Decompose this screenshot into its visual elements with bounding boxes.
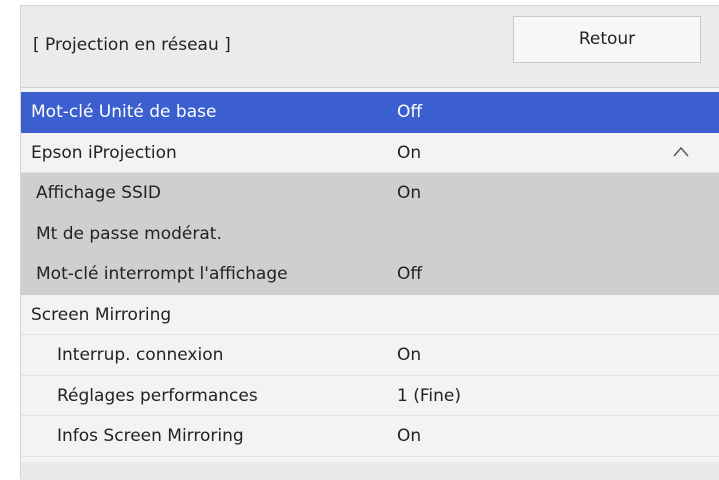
settings-list: Mot-clé Unité de base Off Epson iProject… (21, 92, 719, 457)
menu-item-label: Mot-clé interrompt l'affichage (36, 264, 288, 284)
menu-item-affichage-ssid[interactable]: Affichage SSID On (21, 173, 719, 214)
menu-item-label: Mt de passe modérat. (36, 223, 222, 244)
menu-item-screen-mirroring[interactable]: Screen Mirroring (21, 294, 719, 335)
menu-item-reglages-performances[interactable]: Réglages performances 1 (Fine) (21, 375, 719, 416)
menu-item-label: Mot-clé Unité de base (31, 102, 217, 122)
menu-item-label: Infos Screen Mirroring (57, 426, 244, 446)
menu-header: [ Projection en réseau ] Retour (21, 6, 719, 88)
chevron-up-icon[interactable] (673, 144, 689, 160)
menu-item-mot-cle-interrompt-affichage[interactable]: Mot-clé interrompt l'affichage Off (21, 254, 719, 295)
back-button[interactable]: Retour (513, 16, 701, 63)
menu-item-label: Réglages performances (57, 385, 258, 406)
menu-item-mot-cle-unite-de-base[interactable]: Mot-clé Unité de base Off (21, 92, 719, 133)
menu-item-value: On (397, 183, 422, 203)
menu-item-value: On (397, 345, 422, 365)
menu-item-mt-de-passe-moderat[interactable]: Mt de passe modérat. (21, 213, 719, 254)
menu-item-infos-screen-mirroring[interactable]: Infos Screen Mirroring On (21, 416, 719, 457)
menu-item-label: Screen Mirroring (31, 304, 172, 325)
menu-item-label: Interrup. connexion (57, 345, 224, 365)
menu-item-value: On (397, 426, 422, 446)
menu-item-epson-iprojection[interactable]: Epson iProjection On (21, 132, 719, 173)
footer-strip (21, 462, 719, 480)
menu-item-interrup-connexion[interactable]: Interrup. connexion On (21, 335, 719, 376)
menu-item-value: Off (397, 102, 423, 122)
menu-item-label: Epson iProjection (31, 142, 177, 163)
menu-item-value: Off (397, 264, 423, 284)
menu-item-label: Affichage SSID (36, 183, 161, 203)
menu-item-value: 1 (Fine) (397, 385, 461, 406)
settings-panel: [ Projection en réseau ] Retour Mot-clé … (20, 5, 719, 480)
menu-title: [ Projection en réseau ] (33, 35, 231, 55)
menu-item-value: On (397, 142, 422, 163)
